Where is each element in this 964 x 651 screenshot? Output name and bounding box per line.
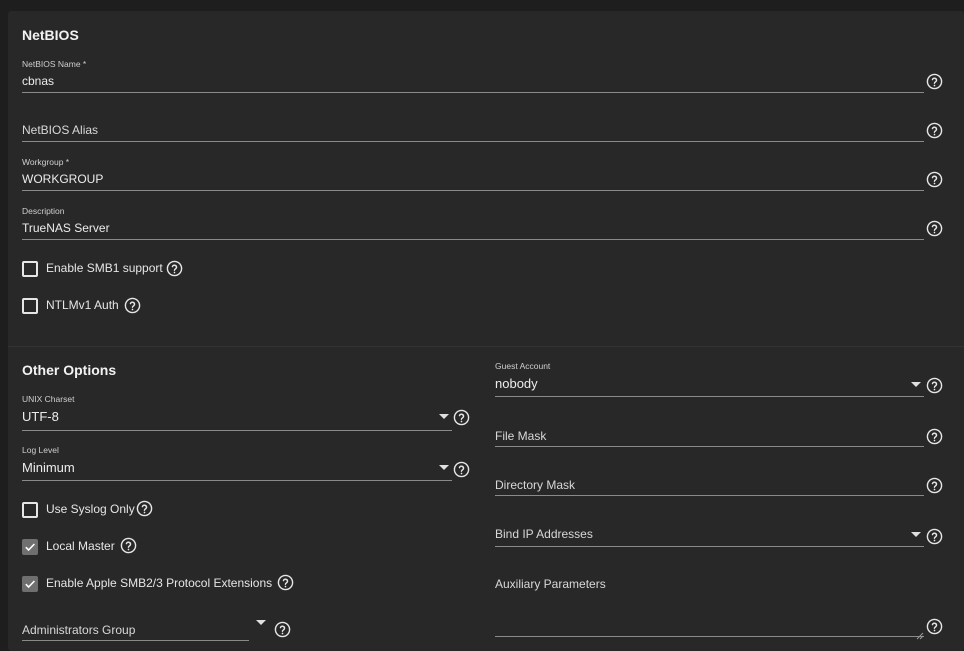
bind-ip-select[interactable]: Bind IP Addresses [495,512,924,548]
use-syslog-only-help-icon[interactable] [136,500,153,517]
file-mask-placeholder[interactable]: File Mask [495,429,546,443]
description-field[interactable]: Description TrueNAS Server [22,206,924,242]
directory-mask-underline [495,495,924,496]
apple-extensions-help-icon[interactable] [277,574,294,591]
file-mask-field[interactable]: File Mask [495,414,924,450]
use-syslog-only-checkbox[interactable]: Use Syslog Only [22,501,137,521]
guest-account-value[interactable]: nobody [495,376,538,391]
netbios-name-help-icon[interactable] [926,73,943,90]
workgroup-underline [22,190,924,191]
description-underline [22,239,924,240]
netbios-heading: NetBIOS [22,27,79,43]
bind-ip-placeholder[interactable]: Bind IP Addresses [495,527,593,541]
workgroup-help-icon[interactable] [926,171,943,188]
workgroup-field[interactable]: Workgroup * WORKGROUP [22,157,924,193]
netbios-name-label: NetBIOS Name * [22,59,87,69]
log-level-select[interactable]: Log Level Minimum [22,445,452,483]
netbios-alias-help-icon[interactable] [926,122,943,139]
bind-ip-help-icon[interactable] [926,528,943,545]
unix-charset-label: UNIX Charset [22,394,75,404]
description-value[interactable]: TrueNAS Server [22,221,110,235]
apple-extensions-box[interactable] [22,576,38,592]
administrators-group-select[interactable]: Administrators Group [22,608,249,644]
file-mask-help-icon[interactable] [926,428,943,445]
local-master-label[interactable]: Local Master [46,539,115,553]
administrators-group-caret-down-icon[interactable] [256,620,266,625]
auxiliary-parameters-placeholder[interactable]: Auxiliary Parameters [495,577,606,591]
ntlmv1-auth-box[interactable] [22,298,38,314]
netbios-name-field[interactable]: NetBIOS Name * cbnas [22,59,924,95]
use-syslog-only-label[interactable]: Use Syslog Only [46,502,135,516]
unix-charset-help-icon[interactable] [453,409,470,426]
unix-charset-value[interactable]: UTF-8 [22,409,59,424]
enable-smb1-help-icon[interactable] [166,260,183,277]
guest-account-select[interactable]: Guest Account nobody [495,361,924,399]
local-master-help-icon[interactable] [120,537,137,554]
workgroup-label: Workgroup * [22,157,70,167]
log-level-help-icon[interactable] [453,461,470,478]
auxiliary-parameters-underline [495,636,924,637]
ntlmv1-auth-label[interactable]: NTLMv1 Auth [46,298,119,312]
netbios-alias-placeholder[interactable]: NetBIOS Alias [22,123,98,137]
administrators-group-help-icon[interactable] [274,621,291,638]
guest-account-label: Guest Account [495,361,551,371]
description-label: Description [22,206,65,216]
netbios-name-underline [22,92,924,93]
smb-settings-card [8,11,964,651]
netbios-name-value[interactable]: cbnas [22,74,54,88]
log-level-label: Log Level [22,445,59,455]
netbios-alias-field[interactable]: NetBIOS Alias [22,108,924,144]
unix-charset-select[interactable]: UNIX Charset UTF-8 [22,394,452,432]
section-divider [8,346,964,347]
administrators-group-placeholder[interactable]: Administrators Group [22,623,135,637]
bind-ip-underline [495,546,924,547]
use-syslog-only-box[interactable] [22,502,38,518]
apple-extensions-label[interactable]: Enable Apple SMB2/3 Protocol Extensions [46,576,272,590]
log-level-caret-down-icon[interactable] [439,465,449,470]
guest-account-underline [495,396,924,397]
auxiliary-parameters-textarea[interactable]: Auxiliary Parameters [495,563,924,639]
administrators-group-underline [22,640,249,641]
auxiliary-parameters-help-icon[interactable] [926,618,943,635]
workgroup-value[interactable]: WORKGROUP [22,172,103,186]
directory-mask-placeholder[interactable]: Directory Mask [495,478,575,492]
check-icon [25,543,35,552]
enable-smb1-checkbox[interactable]: Enable SMB1 support [22,260,167,280]
file-mask-underline [495,446,924,447]
description-help-icon[interactable] [926,220,943,237]
unix-charset-underline [22,430,452,431]
ntlmv1-auth-help-icon[interactable] [124,297,141,314]
other-options-heading: Other Options [22,362,117,378]
unix-charset-caret-down-icon[interactable] [439,414,449,419]
guest-account-help-icon[interactable] [926,377,943,394]
log-level-value[interactable]: Minimum [22,460,75,475]
bind-ip-caret-down-icon[interactable] [911,532,921,537]
enable-smb1-label[interactable]: Enable SMB1 support [46,261,163,275]
ntlmv1-auth-checkbox[interactable]: NTLMv1 Auth [22,297,124,317]
directory-mask-field[interactable]: Directory Mask [495,463,924,499]
local-master-box[interactable] [22,539,38,555]
enable-smb1-box[interactable] [22,261,38,277]
resize-handle-icon[interactable] [916,627,924,640]
directory-mask-help-icon[interactable] [926,477,943,494]
check-icon [25,580,35,589]
netbios-alias-underline [22,141,924,142]
guest-account-caret-down-icon[interactable] [911,382,921,387]
log-level-underline [22,480,452,481]
apple-extensions-checkbox[interactable]: Enable Apple SMB2/3 Protocol Extensions [22,575,274,595]
local-master-checkbox[interactable]: Local Master [22,538,117,558]
